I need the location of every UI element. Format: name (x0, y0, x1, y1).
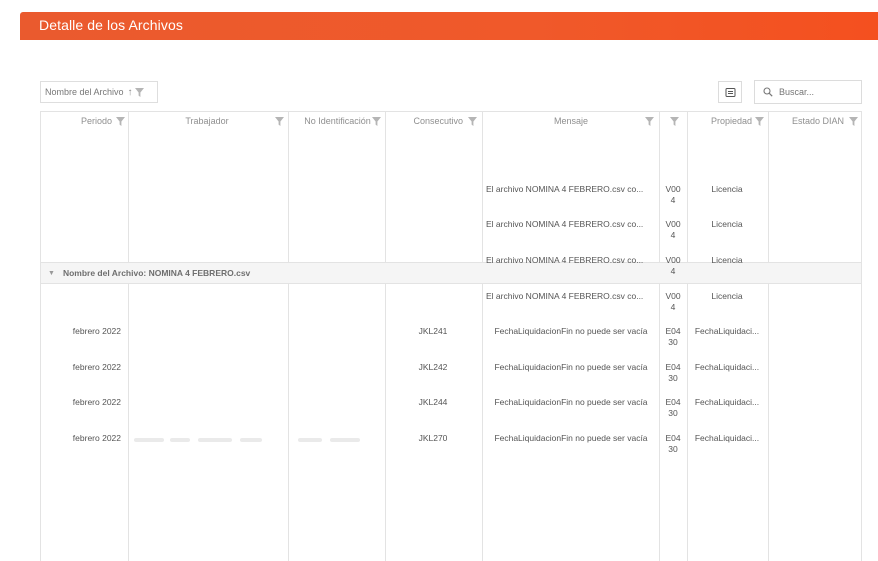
column-divider (288, 112, 289, 561)
cell-codigo: V004 (665, 255, 681, 276)
group-chip-label: Nombre del Archivo (45, 87, 124, 97)
cell-mensaje: FechaLiquidacionFin no puede ser vacía (494, 433, 648, 443)
cell-propiedad: FechaLiquidaci... (694, 362, 760, 372)
column-header-propiedad[interactable]: Propiedad (688, 116, 768, 127)
cell-mensaje: FechaLiquidacionFin no puede ser vacía (494, 397, 648, 407)
cell-mensaje: El archivo NOMINA 4 FEBRERO.csv co... (486, 219, 644, 229)
sort-up-icon[interactable]: ↑ (128, 87, 133, 98)
search-icon (763, 87, 773, 97)
column-header-codigo[interactable] (660, 116, 687, 126)
column-header-periodo[interactable]: Periodo (41, 116, 128, 127)
cell-codigo: E0430 (665, 433, 681, 454)
column-divider (128, 112, 129, 561)
column-header-estado-dian[interactable]: Estado DIAN (769, 116, 861, 127)
column-header-no-identificacion[interactable]: No Identificación (289, 116, 385, 127)
cell-codigo: V004 (665, 291, 681, 312)
cell-codigo: E0430 (665, 397, 681, 418)
cell-mensaje: El archivo NOMINA 4 FEBRERO.csv co... (486, 184, 644, 194)
cell-periodo: febrero 2022 (72, 326, 121, 336)
column-header-consecutivo[interactable]: Consecutivo (386, 116, 482, 127)
cell-mensaje: El archivo NOMINA 4 FEBRERO.csv co... (486, 255, 644, 265)
cell-propiedad: Licencia (711, 255, 743, 265)
funnel-icon[interactable] (116, 117, 125, 126)
cell-mensaje: El archivo NOMINA 4 FEBRERO.csv co... (486, 291, 644, 301)
funnel-icon[interactable] (468, 117, 477, 126)
cell-periodo: febrero 2022 (72, 397, 121, 407)
group-row-label: Nombre del Archivo: NOMINA 4 FEBRERO.csv (62, 268, 251, 278)
export-button[interactable] (718, 81, 742, 103)
cell-propiedad: Licencia (711, 219, 743, 229)
header-bar: Detalle de los Archivos (20, 12, 878, 40)
funnel-icon[interactable] (849, 117, 858, 126)
cell-propiedad: Licencia (711, 291, 743, 301)
funnel-icon[interactable] (645, 117, 654, 126)
column-divider (482, 112, 483, 561)
cell-propiedad: FechaLiquidaci... (694, 433, 760, 443)
page-title: Detalle de los Archivos (39, 17, 183, 33)
funnel-icon[interactable] (372, 117, 381, 126)
column-divider (659, 112, 660, 561)
cell-consecutivo: JKL270 (418, 433, 448, 443)
cell-propiedad: Licencia (711, 184, 743, 194)
cell-codigo: E0430 (665, 326, 681, 347)
funnel-icon[interactable] (134, 87, 144, 97)
column-header-mensaje[interactable]: Mensaje (483, 116, 659, 127)
cell-mensaje: FechaLiquidacionFin no puede ser vacía (494, 326, 648, 336)
column-header-trabajador[interactable]: Trabajador (129, 116, 288, 127)
cell-consecutivo: JKL244 (418, 397, 448, 407)
search-input[interactable] (779, 87, 859, 97)
cell-propiedad: FechaLiquidaci... (694, 326, 760, 336)
funnel-icon[interactable] (755, 117, 764, 126)
caret-down-icon[interactable]: ▼ (48, 270, 55, 277)
cell-codigo: V004 (665, 184, 681, 205)
cell-periodo: febrero 2022 (72, 362, 121, 372)
cell-consecutivo: JKL241 (418, 326, 448, 336)
cell-periodo: febrero 2022 (72, 433, 121, 443)
cell-consecutivo: JKL242 (418, 362, 448, 372)
search-box[interactable] (754, 80, 862, 104)
funnel-icon[interactable] (275, 117, 284, 126)
export-icon (725, 87, 735, 97)
cell-codigo: E0430 (665, 362, 681, 383)
funnel-icon[interactable] (670, 117, 679, 126)
column-divider (768, 112, 769, 561)
cell-codigo: V004 (665, 219, 681, 240)
cell-propiedad: FechaLiquidaci... (694, 397, 760, 407)
cell-mensaje: FechaLiquidacionFin no puede ser vacía (494, 362, 648, 372)
group-by-chip-nombre-archivo[interactable]: Nombre del Archivo ↑ (40, 81, 158, 103)
